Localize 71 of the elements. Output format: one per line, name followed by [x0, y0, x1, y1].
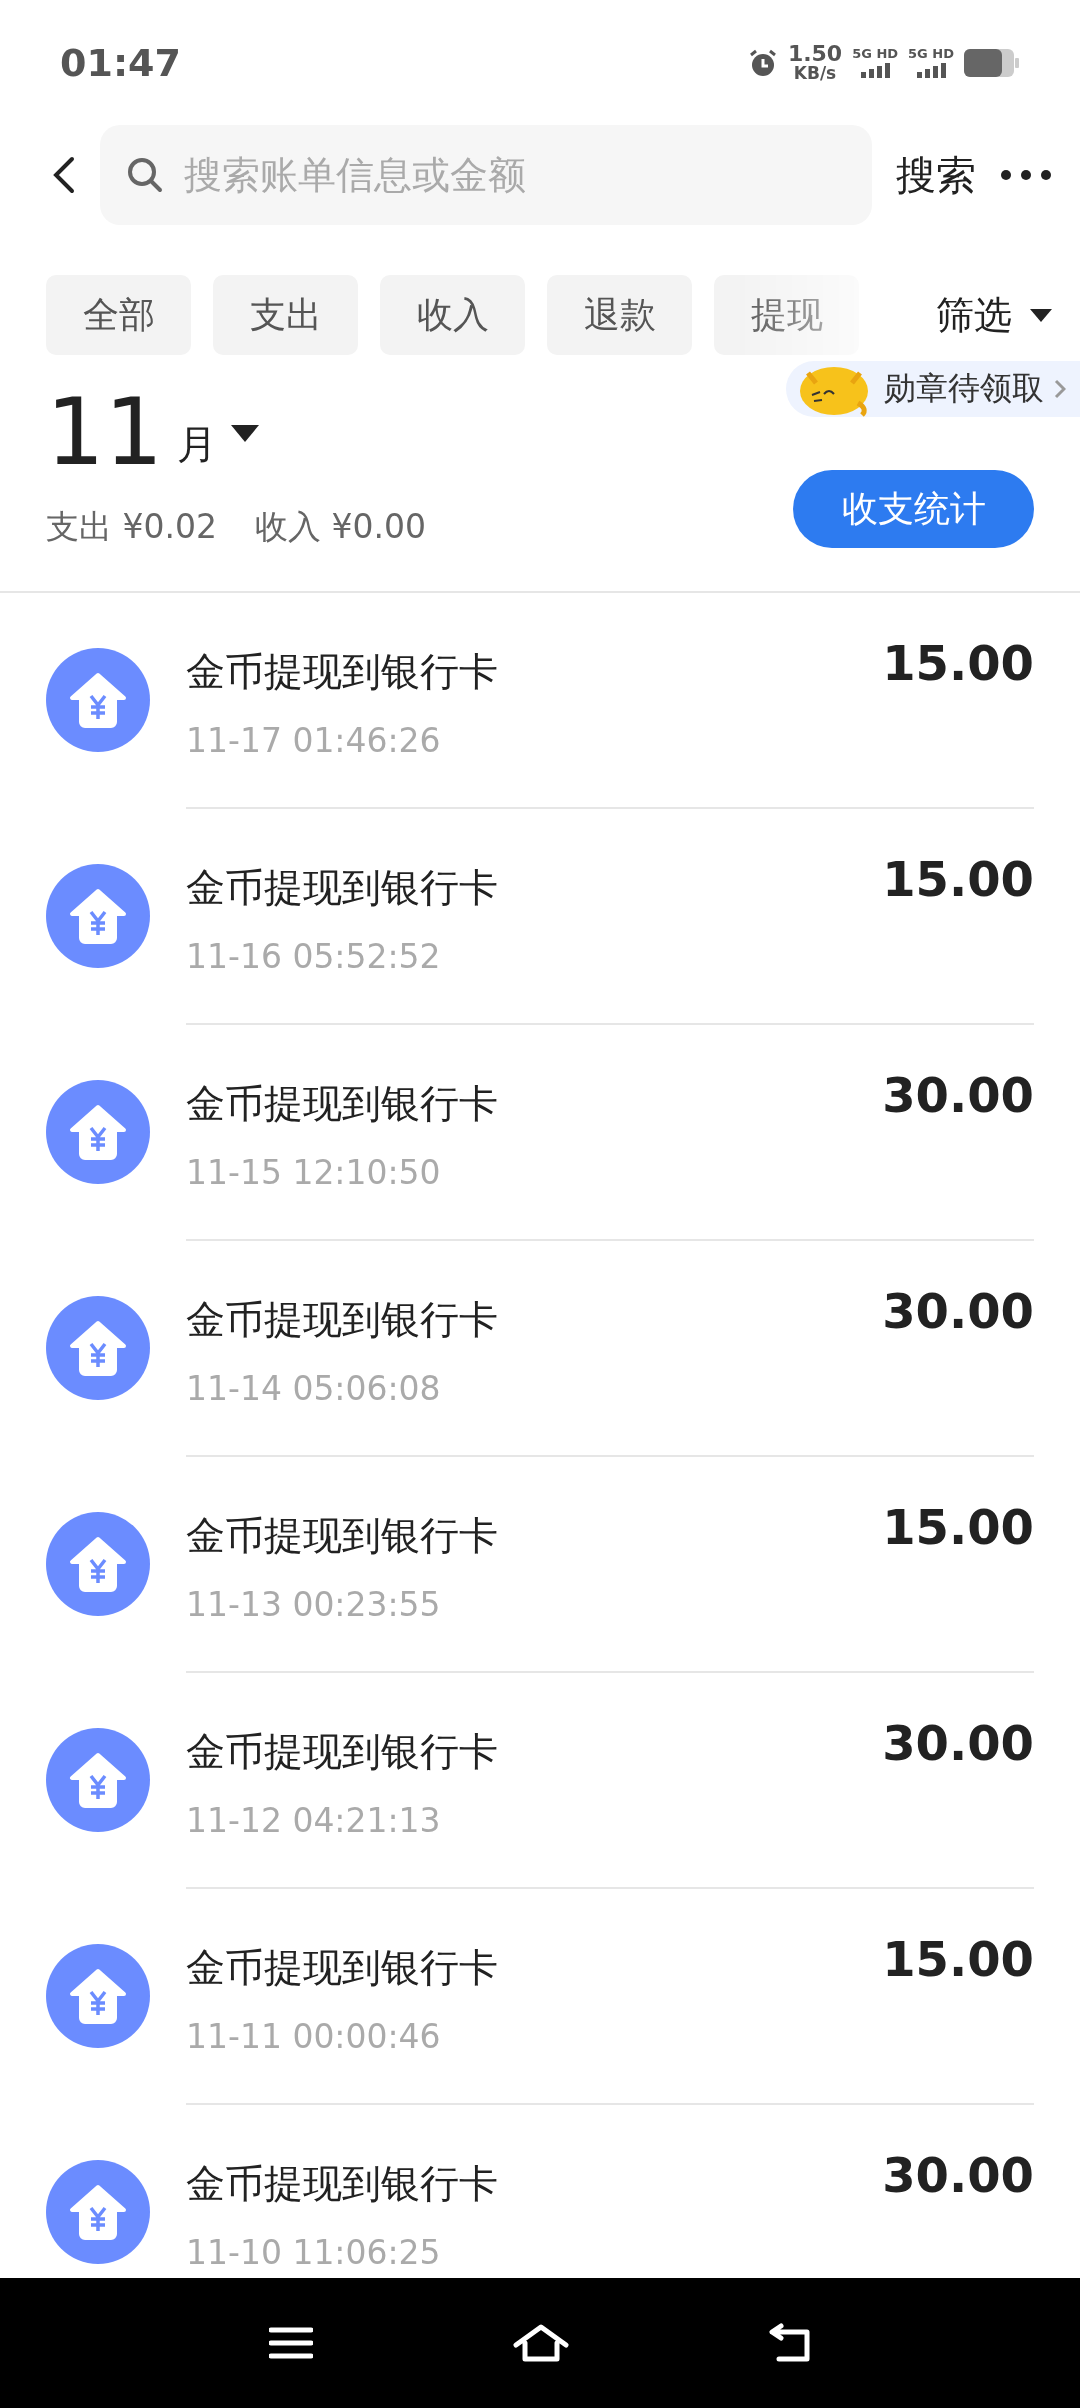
- speed-unit: KB/s: [793, 65, 837, 82]
- transaction-row[interactable]: 金币提现到银行卡 11-13 00:23:55 15.00: [0, 1457, 1080, 1673]
- transaction-amount: 15.00: [882, 1930, 1034, 1989]
- dropdown-icon: [1030, 308, 1052, 322]
- signal-icon: [915, 62, 948, 78]
- filter-tab[interactable]: 全部: [46, 275, 191, 355]
- transaction-time: 11-10 11:06:25: [186, 2233, 442, 2272]
- month-number: 11: [46, 387, 164, 479]
- statistics-button[interactable]: 收支统计: [793, 470, 1034, 548]
- transaction-title: 金币提现到银行卡: [186, 1512, 499, 1560]
- battery-icon: [964, 48, 1020, 77]
- transaction-time: 11-17 01:46:26: [186, 721, 442, 760]
- search-field[interactable]: 搜索账单信息或金额: [100, 125, 872, 225]
- transaction-time: 11-16 05:52:52: [186, 937, 442, 976]
- more-icon[interactable]: [1000, 167, 1052, 183]
- transaction-row[interactable]: 金币提现到银行卡 11-11 00:00:46 15.00: [0, 1889, 1080, 2105]
- transaction-title: 金币提现到银行卡: [186, 864, 499, 912]
- transaction-amount: 15.00: [882, 1498, 1034, 1557]
- house-yen-icon: [46, 1080, 150, 1184]
- transaction-time: 11-11 00:00:46: [186, 2017, 442, 2056]
- alarm-icon: [747, 47, 778, 78]
- transaction-title: 金币提现到银行卡: [186, 1296, 499, 1344]
- transaction-amount: 30.00: [882, 1282, 1034, 1341]
- transaction-title: 金币提现到银行卡: [186, 1944, 499, 1992]
- transaction-time: 11-15 12:10:50: [186, 1153, 442, 1192]
- transaction-title: 金币提现到银行卡: [186, 648, 499, 696]
- filter-menu-button[interactable]: 筛选: [936, 289, 1052, 341]
- transaction-amount: 15.00: [882, 850, 1034, 909]
- house-yen-icon: [46, 864, 150, 968]
- expense-total: 支出 ¥0.02: [46, 506, 217, 548]
- filter-tab[interactable]: 支出: [213, 275, 358, 355]
- transaction-amount: 30.00: [882, 1066, 1034, 1125]
- house-yen-icon: [46, 2160, 150, 2264]
- transaction-amount: 30.00: [882, 2146, 1034, 2205]
- network-speed: 1.50: [787, 43, 843, 65]
- menu-icon[interactable]: [269, 2327, 313, 2359]
- transaction-row[interactable]: 金币提现到银行卡 11-12 04:21:13 30.00: [0, 1673, 1080, 1889]
- transaction-time: 11-14 05:06:08: [186, 1369, 442, 1408]
- house-yen-icon: [46, 1512, 150, 1616]
- filter-tab[interactable]: 提现: [714, 275, 859, 355]
- home-icon[interactable]: [513, 2323, 569, 2363]
- transaction-time: 11-13 00:23:55: [186, 1585, 442, 1624]
- search-button[interactable]: 搜索: [896, 147, 976, 203]
- filter-tab[interactable]: 收入: [380, 275, 525, 355]
- transaction-title: 金币提现到银行卡: [186, 1728, 499, 1776]
- house-yen-icon: [46, 1944, 150, 2048]
- back-icon[interactable]: [769, 2323, 811, 2363]
- transaction-amount: 15.00: [882, 634, 1034, 693]
- signal-icon: [859, 62, 892, 78]
- clock-time: 01:47: [60, 40, 182, 85]
- badge-banner[interactable]: 勋章待领取: [786, 361, 1080, 417]
- transaction-row[interactable]: 金币提现到银行卡 11-14 05:06:08 30.00: [0, 1241, 1080, 1457]
- transaction-title: 金币提现到银行卡: [186, 1080, 499, 1128]
- house-yen-icon: [46, 1296, 150, 1400]
- banner-text: 勋章待领取: [884, 368, 1044, 409]
- transaction-title: 金币提现到银行卡: [186, 2160, 499, 2208]
- income-total: 收入 ¥0.00: [254, 506, 426, 548]
- search-icon: [126, 156, 164, 194]
- dropdown-icon[interactable]: [231, 424, 260, 442]
- network-type: 5G HD: [908, 47, 954, 60]
- chevron-icon: [1054, 379, 1066, 399]
- transaction-row[interactable]: 金币提现到银行卡 11-15 12:10:50 30.00: [0, 1025, 1080, 1241]
- transaction-time: 11-12 04:21:13: [186, 1801, 442, 1840]
- filter-tab[interactable]: 退款: [547, 275, 692, 355]
- house-yen-icon: [46, 648, 150, 752]
- network-type: 5G HD: [852, 47, 899, 60]
- transaction-row[interactable]: 金币提现到银行卡 11-17 01:46:26 15.00: [0, 593, 1080, 809]
- transaction-amount: 30.00: [882, 1714, 1034, 1773]
- transaction-row[interactable]: 金币提现到银行卡 11-16 05:52:52 15.00: [0, 809, 1080, 1025]
- month-unit: 月: [177, 419, 218, 469]
- house-yen-icon: [46, 1728, 150, 1832]
